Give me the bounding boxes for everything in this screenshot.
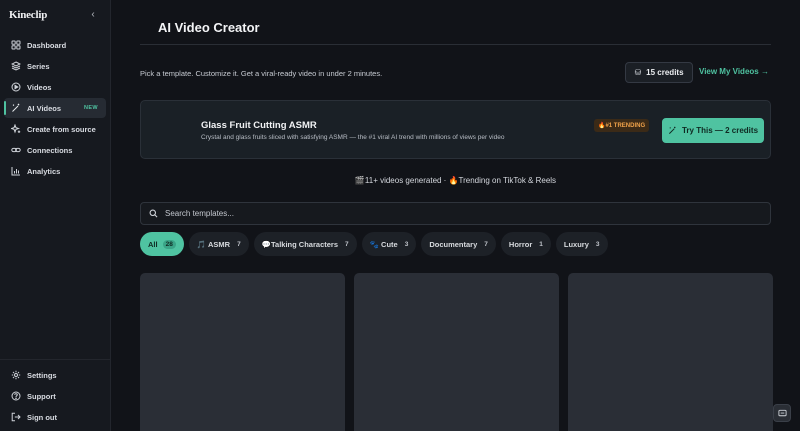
magic-wand-icon	[668, 126, 676, 135]
filter-chip-luxury[interactable]: Luxury 3	[555, 232, 608, 256]
sidebar-item-label: Create from source	[27, 124, 96, 134]
sidebar-item-label: Videos	[27, 82, 52, 92]
search-icon	[149, 209, 158, 218]
featured-template-banner: Glass Fruit Cutting ASMR Crystal and gla…	[140, 100, 771, 159]
credits-label: 15 credits	[646, 68, 684, 77]
chip-count: 7	[237, 240, 241, 248]
help-circle-icon	[11, 391, 21, 401]
filter-chips: All 28 🎵 ASMR 7 💬Talking Characters 7 🐾 …	[140, 232, 608, 256]
view-my-videos-link[interactable]: View My Videos →	[699, 67, 769, 76]
sidebar-item-settings[interactable]: Settings	[4, 365, 106, 385]
collapse-sidebar-icon[interactable]: ‹	[88, 9, 98, 21]
play-circle-icon	[11, 82, 21, 92]
search-input[interactable]	[165, 209, 745, 218]
sidebar-item-label: Series	[27, 61, 50, 71]
filter-chip-horror[interactable]: Horror 1	[500, 232, 551, 256]
layers-icon	[11, 61, 21, 71]
chip-label: 💬Talking Characters	[261, 239, 338, 249]
sidebar-item-label: Analytics	[27, 166, 61, 176]
page-subtitle: Pick a template. Customize it. Get a vir…	[140, 69, 383, 78]
sidebar-item-dashboard[interactable]: Dashboard	[4, 35, 106, 55]
sidebar-item-label: Dashboard	[27, 40, 67, 50]
chip-label: Horror	[508, 239, 533, 249]
title-divider	[140, 44, 771, 45]
featured-title: Glass Fruit Cutting ASMR	[201, 120, 317, 131]
sidebar-item-label: Sign out	[27, 412, 57, 422]
sparkle-icon	[11, 124, 21, 134]
new-badge: NEW	[83, 105, 98, 111]
main-content: AI Video Creator Pick a template. Custom…	[111, 0, 800, 431]
gear-icon	[11, 370, 21, 380]
chip-label: All	[148, 239, 158, 249]
sidebar-item-create-from-source[interactable]: Create from source	[4, 119, 106, 139]
sidebar-item-videos[interactable]: Videos	[4, 77, 106, 97]
sidebar-item-ai-videos[interactable]: AI Videos NEW	[4, 98, 106, 118]
page-title: AI Video Creator	[158, 20, 260, 35]
stats-line: 🎬11+ videos generated · 🔥Trending on Tik…	[354, 176, 557, 185]
chip-label: Luxury	[563, 239, 589, 249]
try-this-button[interactable]: Try This — 2 credits	[662, 118, 764, 143]
sidebar: Kineclip ‹ Dashboard Series Videos AI Vi…	[0, 0, 111, 431]
brand-logo[interactable]: Kineclip	[9, 9, 47, 21]
credits-button[interactable]: ⛁ 15 credits	[625, 62, 693, 83]
filter-chip-talking-characters[interactable]: 💬Talking Characters 7	[253, 232, 357, 256]
sidebar-item-label: Connections	[27, 145, 73, 155]
chip-label: 🐾 Cute	[369, 239, 398, 249]
chip-count: 7	[345, 240, 349, 248]
chip-count: 28	[162, 239, 176, 249]
coins-icon: ⛁	[634, 68, 642, 77]
sidebar-item-support[interactable]: Support	[4, 386, 106, 406]
filter-chip-all[interactable]: All 28	[140, 232, 184, 256]
trending-badge: 🔥#1 TRENDING	[594, 119, 650, 132]
sidebar-item-connections[interactable]: Connections	[4, 140, 106, 160]
template-card[interactable]	[568, 273, 773, 431]
template-grid	[140, 273, 773, 431]
template-card[interactable]	[140, 273, 345, 431]
chip-count: 3	[404, 240, 409, 248]
filter-chip-asmr[interactable]: 🎵 ASMR 7	[188, 232, 249, 256]
template-card[interactable]	[354, 273, 559, 431]
bar-chart-icon	[11, 167, 20, 176]
sidebar-item-label: Settings	[27, 370, 57, 380]
chip-label: 🎵 ASMR	[196, 239, 231, 249]
chip-count: 7	[484, 240, 488, 248]
filter-chip-documentary[interactable]: Documentary 7	[421, 232, 496, 256]
chip-label: Documentary	[429, 239, 478, 249]
sidebar-item-sign-out[interactable]: Sign out	[4, 407, 106, 427]
sidebar-nav: Dashboard Series Videos AI Videos NEW Cr…	[4, 35, 106, 182]
sidebar-item-label: AI Videos	[27, 103, 62, 113]
grid-icon	[11, 40, 21, 50]
chat-widget-button[interactable]	[773, 404, 791, 422]
link-icon	[11, 147, 21, 153]
magic-wand-icon	[12, 103, 20, 112]
chat-icon	[777, 409, 787, 416]
sidebar-bottom-nav: Settings Support Sign out	[4, 365, 106, 428]
featured-description: Crystal and glass fruits sliced with sat…	[201, 134, 505, 141]
filter-chip-cute[interactable]: 🐾 Cute 3	[361, 232, 417, 256]
sidebar-item-label: Support	[27, 391, 56, 401]
sidebar-item-series[interactable]: Series	[4, 56, 106, 76]
try-this-label: Try This — 2 credits	[681, 126, 759, 135]
sidebar-item-analytics[interactable]: Analytics	[4, 161, 106, 181]
search-bar	[140, 202, 771, 225]
chip-count: 3	[595, 240, 600, 248]
sidebar-divider	[0, 359, 111, 360]
chip-count: 1	[539, 240, 543, 248]
sign-out-icon	[11, 412, 21, 422]
